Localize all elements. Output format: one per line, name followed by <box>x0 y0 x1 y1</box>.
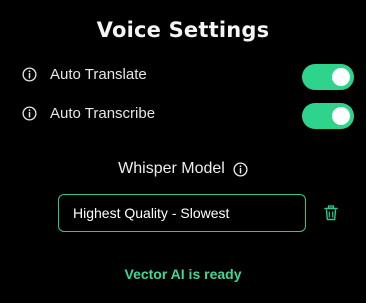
setting-row-auto-transcribe: Auto Transcribe <box>22 103 354 131</box>
toggle-knob <box>332 107 350 125</box>
trash-icon[interactable] <box>323 205 339 221</box>
voice-settings-panel: Voice Settings Auto Translate Auto Trans… <box>0 0 366 303</box>
whisper-model-select[interactable]: Highest Quality - Slowest <box>58 194 306 232</box>
setting-label: Auto Translate <box>50 66 147 83</box>
auto-translate-toggle[interactable] <box>302 64 354 90</box>
info-icon[interactable] <box>22 106 37 121</box>
setting-label: Auto Transcribe <box>50 105 156 122</box>
selected-model-value: Highest Quality - Slowest <box>73 205 230 221</box>
status-message: Vector AI is ready <box>124 266 242 282</box>
section-title: Whisper Model <box>118 160 225 177</box>
setting-row-auto-translate: Auto Translate <box>22 64 354 92</box>
auto-transcribe-toggle[interactable] <box>302 103 354 129</box>
info-icon[interactable] <box>22 67 37 82</box>
toggle-knob <box>332 68 350 86</box>
whisper-model-heading: Whisper Model <box>0 160 366 178</box>
info-icon[interactable] <box>233 161 248 177</box>
page-title: Voice Settings <box>96 18 270 42</box>
